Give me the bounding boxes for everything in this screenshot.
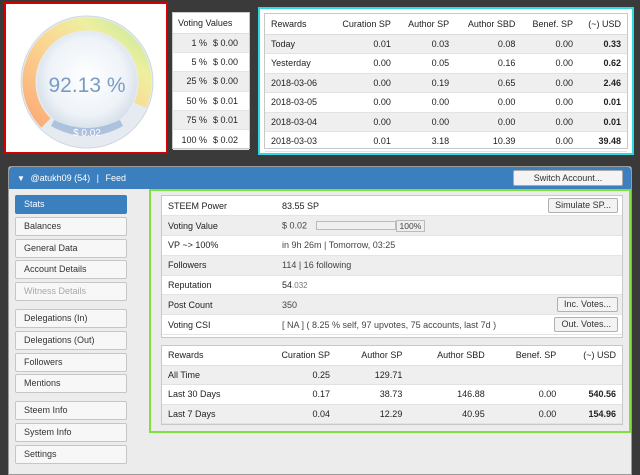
account-panel: ▼ @atukh09 (54) | Feed Switch Account...…	[8, 166, 632, 475]
feed-link[interactable]: Feed	[105, 173, 126, 183]
incoming-votes-button[interactable]: Inc. Votes...	[556, 297, 618, 313]
sidebar-item-delegations-out[interactable]: Delegations (Out)	[15, 330, 127, 350]
stat-row-reputation: Reputation 54.032	[162, 275, 622, 296]
col-header-usd: (~) USD	[578, 14, 627, 35]
voting-value-row: 1 % $ 0.00	[173, 33, 249, 53]
account-name: @atukh09 (54)	[30, 173, 91, 183]
stat-row-steem-power: STEEM Power 83.55 SP Simulate SP...	[162, 196, 622, 217]
voting-value-row: 50 % $ 0.01	[173, 91, 249, 112]
daily-rewards-table: Rewards Curation SP Author SP Author SBD…	[265, 14, 627, 152]
voting-power-gauge-panel: 92.13 % $ 0.02	[4, 2, 168, 154]
collapse-caret-icon[interactable]: ▼	[17, 174, 25, 183]
table-row: Last 30 Days 0.17 38.73 146.88 0.00 540.56	[162, 384, 622, 405]
switch-account-button[interactable]: Switch Account...	[513, 170, 623, 186]
gauge-percent-label: 92.13 %	[48, 74, 125, 97]
col-header-curation-sp: Curation SP	[329, 14, 397, 35]
table-row: Last 7 Days 0.04 12.29 40.95 0.00 154.96	[162, 404, 622, 424]
voting-value-row: 25 % $ 0.00	[173, 71, 249, 92]
sidebar-item-stats[interactable]: Stats	[15, 195, 127, 214]
voting-power-gauge: 92.13 % $ 0.02	[20, 15, 154, 149]
sidebar-item-followers[interactable]: Followers	[15, 352, 127, 372]
stat-row-vp: VP ~> 100% in 9h 26m | Tomorrow, 03:25	[162, 235, 622, 256]
col-header-rewards: Rewards	[265, 14, 330, 35]
account-header: ▼ @atukh09 (54) | Feed Switch Account...	[9, 167, 631, 189]
col-header-author-sbd: Author SBD	[455, 14, 522, 35]
outgoing-votes-button[interactable]: Out. Votes...	[554, 317, 618, 333]
stats-content: STEEM Power 83.55 SP Simulate SP... Voti…	[149, 189, 631, 433]
stat-row-voting-csi: Voting CSI [ NA ] ( 8.25 % self, 97 upvo…	[162, 314, 622, 336]
sidebar-item-account-details[interactable]: Account Details	[15, 260, 127, 280]
sidebar-item-witness-details: Witness Details	[15, 282, 127, 302]
voting-value-row: 100 % $ 0.02	[173, 129, 249, 150]
table-row: 2018-03-06 0.00 0.19 0.65 0.00 2.46	[265, 73, 627, 93]
rewards-summary-box: Rewards Curation SP Author SP Author SBD…	[161, 345, 623, 425]
table-row: 2018-03-04 0.00 0.00 0.00 0.00 0.01	[265, 112, 627, 132]
col-header-benef-sp: Benef. SP	[521, 14, 579, 35]
sidebar-item-mentions[interactable]: Mentions	[15, 374, 127, 394]
stats-table-box: STEEM Power 83.55 SP Simulate SP... Voti…	[161, 195, 623, 338]
table-row: All Time 0.25 129.71	[162, 365, 622, 385]
table-row: 2018-03-05 0.00 0.00 0.00 0.00 0.01	[265, 92, 627, 113]
sidebar-item-steem-info[interactable]: Steem Info	[15, 401, 127, 421]
sidebar-item-general-data[interactable]: General Data	[15, 238, 127, 258]
header-separator: |	[96, 173, 99, 183]
simulate-sp-button[interactable]: Simulate SP...	[548, 198, 618, 214]
stat-row-followers: Followers 114 | 16 following	[162, 255, 622, 276]
stats-table: STEEM Power 83.55 SP Simulate SP... Voti…	[162, 196, 622, 336]
rewards-summary-table: Rewards Curation SP Author SP Author SBD…	[162, 346, 622, 424]
col-header-author-sp: Author SP	[396, 14, 456, 35]
voting-value-row: 75 % $ 0.01	[173, 110, 249, 131]
sidebar-item-balances[interactable]: Balances	[15, 216, 127, 236]
voting-weight-bar[interactable]	[315, 221, 396, 231]
voting-weight-percent: 100%	[395, 219, 426, 232]
voting-value-row: 5 % $ 0.00	[173, 52, 249, 73]
voting-values-title: Voting Values	[173, 13, 249, 34]
table-row: Today 0.01 0.03 0.08 0.00 0.33	[265, 34, 627, 54]
stat-row-post-count: Post Count 350 Inc. Votes...	[162, 294, 622, 316]
stat-row-voting-value: Voting Value $ 0.02 100%	[162, 215, 622, 237]
sidebar-item-system-info[interactable]: System Info	[15, 422, 127, 442]
voting-values-panel: Voting Values 1 % $ 0.00 5 % $ 0.00 25 % $ …	[172, 12, 250, 150]
sidebar-item-settings[interactable]: Settings	[15, 444, 127, 464]
daily-rewards-panel: Rewards Curation SP Author SP Author SBD…	[258, 7, 634, 155]
table-row: Yesterday 0.00 0.05 0.16 0.00 0.62	[265, 53, 627, 74]
sidebar-item-delegations-in[interactable]: Delegations (In)	[15, 308, 127, 328]
sidebar-nav: Stats Balances General Data Account Deta…	[15, 195, 127, 467]
table-row: 2018-03-03 0.01 3.18 10.39 0.00 39.48	[265, 131, 627, 152]
gauge-value-label: $ 0.02	[73, 128, 101, 139]
